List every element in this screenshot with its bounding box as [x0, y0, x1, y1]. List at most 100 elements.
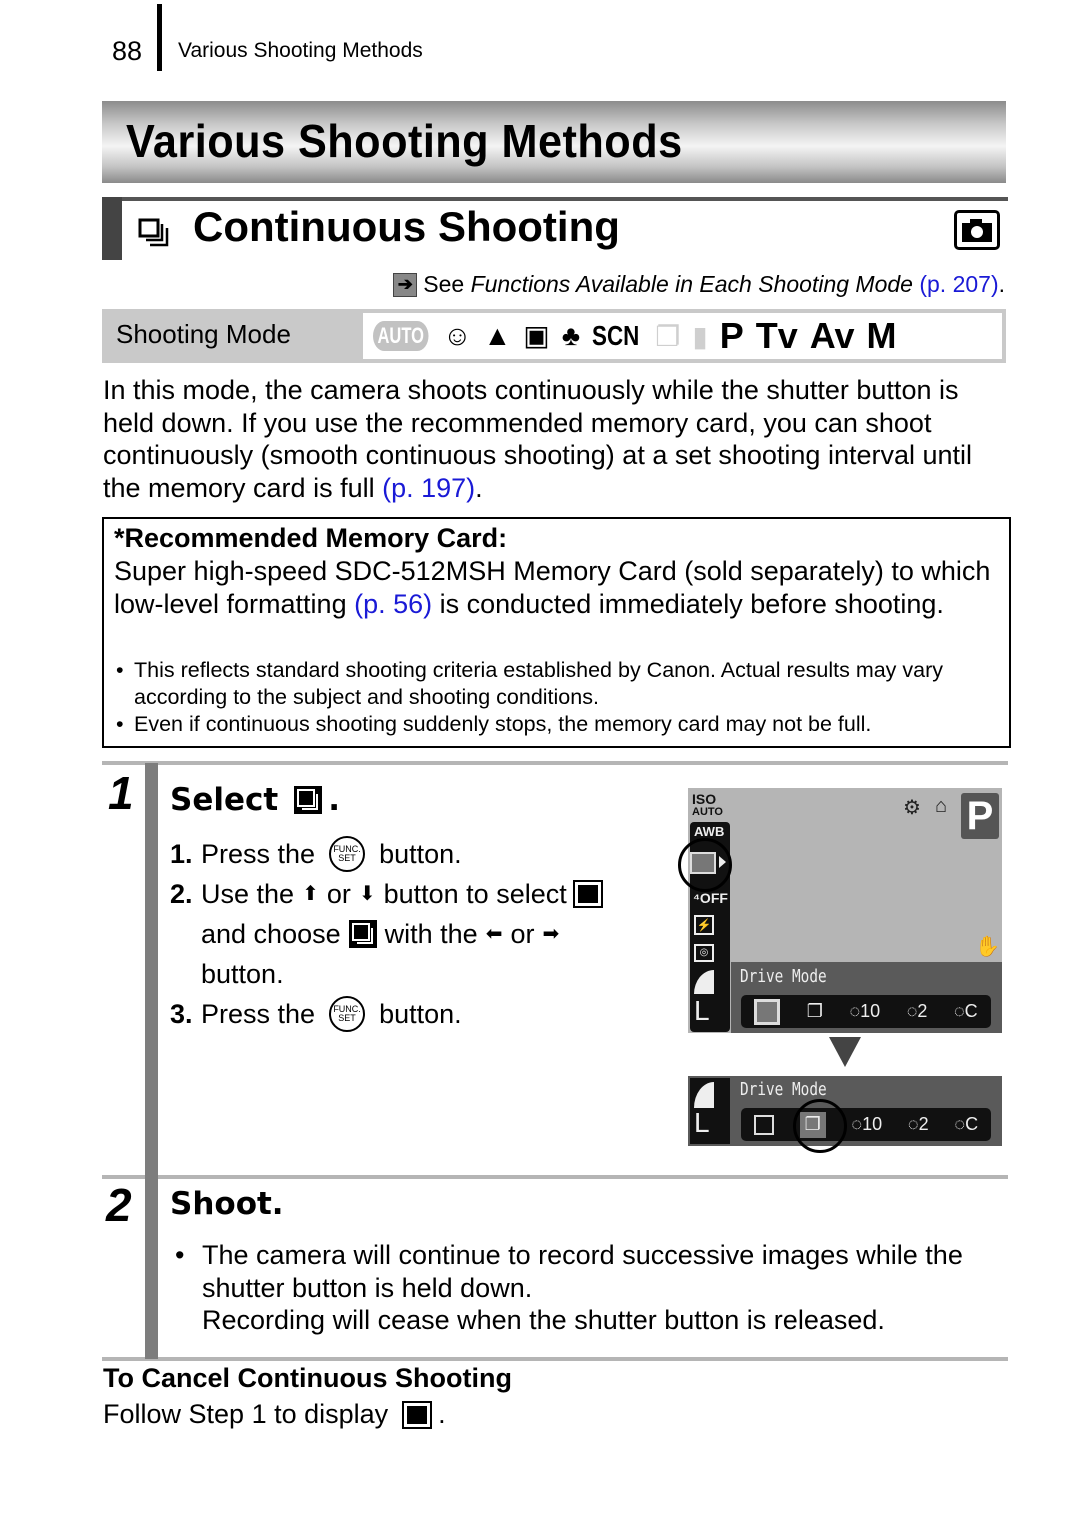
substep-3: 3. Press the FUNC. SET button.	[170, 994, 670, 1034]
substep-number: 2.	[170, 879, 193, 909]
step-title: Select .	[170, 782, 340, 818]
step-number: 1	[108, 767, 134, 819]
drive-option-custom[interactable]: ◌C	[954, 1114, 978, 1135]
see-suffix: .	[998, 271, 1005, 297]
single-shot-icon	[402, 1400, 433, 1429]
drive-option-timer-2[interactable]: ◌2	[908, 1114, 929, 1135]
see-reference: ➔ See Functions Available in Each Shooti…	[393, 271, 1005, 298]
camera-mode-icon	[954, 210, 1000, 250]
mode-movie-icon: ▮	[692, 320, 708, 352]
substep-2-cont: button.	[170, 954, 670, 994]
section-rule	[102, 197, 1008, 201]
drive-option-single[interactable]	[754, 998, 781, 1025]
mode-indicator: P	[961, 793, 999, 839]
shooting-mode-icons: AUTO ☺ ▲ ▣ ♣ SCN ❐ ▮ P Tv Av M	[363, 313, 1002, 359]
cancel-text: Follow Step 1 to display	[103, 1399, 389, 1429]
substep-text: button.	[379, 999, 462, 1029]
substep-text: Press the	[201, 839, 316, 869]
arrow-right-icon: ➔	[393, 272, 418, 297]
chapter-title: Various Shooting Methods	[126, 115, 683, 167]
metering-icon: ◎	[694, 944, 714, 962]
substep-text: button.	[379, 839, 462, 869]
section-accent-bar	[102, 197, 122, 260]
drive-option-timer-10[interactable]: ◌10	[851, 1114, 882, 1135]
camera-orientation-icon: ⌂	[935, 795, 948, 817]
substep-1: 1. Press the FUNC. SET button.	[170, 834, 670, 874]
arrow-right-icon: ➡	[542, 923, 560, 945]
shooting-mode-label: Shooting Mode	[116, 319, 291, 349]
step-number: 2	[106, 1179, 132, 1231]
mode-night-scene-icon: ▣	[523, 320, 550, 351]
down-arrow-icon	[829, 1037, 861, 1067]
drive-mode-options: ❐ ◌10 ◌2 ◌C	[741, 1108, 991, 1141]
continuous-shooting-icon	[348, 920, 377, 948]
substep-text: Use the	[201, 879, 295, 909]
drive-option-timer-10[interactable]: ◌10	[849, 1001, 880, 1022]
note-bullet: Even if continuous shooting suddenly sto…	[114, 711, 994, 738]
single-shot-icon	[572, 880, 603, 908]
substep-list: 1. Press the FUNC. SET button. 2. Use the…	[170, 834, 670, 1034]
mode-stitch-assist-icon: ❐	[655, 320, 681, 352]
image-size-icon: L	[694, 995, 710, 1026]
substep-2-cont: and choose with the ⬅ or ➡	[170, 914, 670, 954]
mode-landscape-icon: ▲	[483, 320, 512, 351]
step-2-extra-text: Recording will cease when the shutter bu…	[202, 1305, 885, 1335]
cancel-body: Follow Step 1 to display .	[103, 1399, 446, 1430]
cancel-heading: To Cancel Continuous Shooting	[103, 1363, 512, 1393]
note-body-text-end: is conducted immediately before shooting…	[432, 588, 944, 619]
see-prefix: See	[423, 271, 465, 297]
drive-mode-title: Drive Mode	[740, 1079, 827, 1100]
substep-text: or	[510, 919, 535, 949]
page-link-207[interactable]: (p. 207)	[919, 271, 998, 297]
substep-text: or	[326, 879, 351, 909]
step-side-bar	[145, 763, 158, 1359]
step-divider	[102, 761, 1008, 765]
drive-option-single[interactable]	[753, 1114, 774, 1135]
func-set-button-icon: FUNC. SET	[329, 996, 366, 1032]
mode-portrait-icon: ☺	[442, 320, 472, 351]
mode-av-icon: Av	[809, 315, 855, 356]
drive-option-continuous[interactable]: ❐	[807, 1001, 823, 1022]
flash-off-icon: ⁴OFF	[693, 890, 728, 906]
step-title: Shoot.	[170, 1186, 284, 1222]
single-shot-icon	[690, 852, 716, 874]
bullet: •	[175, 1240, 185, 1270]
flash-exposure-icon: ⚡	[694, 915, 714, 935]
drive-option-custom[interactable]: ◌C	[954, 1001, 978, 1022]
mode-tv-icon: Tv	[755, 315, 798, 356]
arrow-left-icon: ⬅	[485, 923, 503, 945]
drive-option-timer-2[interactable]: ◌2	[907, 1001, 928, 1022]
page-link-56[interactable]: (p. 56)	[354, 589, 432, 619]
mode-auto-icon: AUTO	[373, 321, 429, 351]
note-bullets: This reflects standard shooting criteria…	[114, 657, 994, 738]
image-size-icon: L	[694, 1107, 710, 1138]
substep-text: Press the	[201, 999, 316, 1029]
camera-shake-icon: ✋	[975, 936, 1000, 958]
header-divider	[157, 4, 162, 71]
note-heading: *Recommended Memory Card:	[114, 523, 508, 553]
substep-number: 1.	[170, 839, 193, 869]
step-title-text: Select	[170, 782, 279, 818]
step-2-body: • The camera will continue to record suc…	[175, 1239, 998, 1337]
substep-text: button.	[201, 959, 284, 989]
chevron-right-icon	[719, 856, 726, 868]
arrow-down-icon: ⬇	[358, 883, 376, 905]
substep-text: and choose	[201, 919, 341, 949]
substep-2: 2. Use the ⬆ or ⬇ button to select	[170, 874, 670, 914]
see-title: Functions Available in Each Shooting Mod…	[470, 271, 913, 297]
substep-text: with the	[384, 919, 478, 949]
flash-icon: ⚙	[903, 797, 921, 819]
continuous-shooting-icon	[138, 218, 169, 247]
intro-suffix: .	[475, 472, 483, 503]
page-link-197[interactable]: (p. 197)	[382, 473, 475, 503]
page-number: 88	[112, 36, 143, 66]
mode-scn-icon: SCN	[592, 320, 640, 351]
arrow-up-icon: ⬆	[302, 883, 319, 905]
mode-kids-pets-icon: ♣	[561, 320, 581, 351]
running-title: Various Shooting Methods	[178, 39, 423, 62]
substep-text: button to select	[383, 879, 567, 909]
highlight-circle	[793, 1099, 847, 1153]
continuous-shooting-icon	[294, 786, 323, 814]
section-title: Continuous Shooting	[193, 203, 620, 250]
awb-icon: AWB	[694, 824, 725, 839]
